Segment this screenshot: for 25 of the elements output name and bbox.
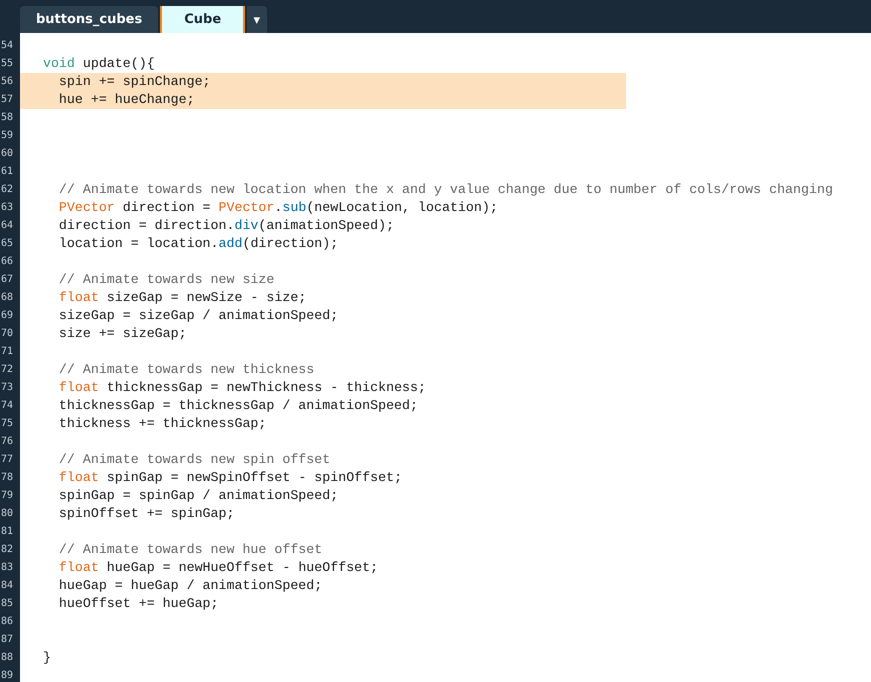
code-line: hueOffset += hueGap; bbox=[58, 595, 219, 613]
code-line: spinGap = spinGap / animationSpeed; bbox=[58, 487, 338, 505]
code-line: float spinGap = newSpinOffset - spinOffset; bbox=[58, 469, 402, 487]
code-line: hueGap = hueGap / animationSpeed; bbox=[58, 577, 322, 595]
code-line: // Animate towards new thickness bbox=[58, 361, 314, 379]
code-line: direction = direction.div(animationSpeed); bbox=[58, 217, 394, 235]
file-tab[interactable]: buttons_cubes bbox=[20, 6, 158, 33]
code-line: void update(){ bbox=[42, 55, 155, 73]
code-line: thickness += thicknessGap; bbox=[58, 415, 266, 433]
code-line: PVector direction = PVector.sub(newLocation, location); bbox=[58, 199, 498, 217]
code-line: spinOffset += spinGap; bbox=[58, 505, 234, 523]
code-line: sizeGap = sizeGap / animationSpeed; bbox=[58, 307, 338, 325]
code-line: location = location.add(direction); bbox=[58, 235, 338, 253]
code-line: // Animate towards new location when the x and y value change due to number of cols/rows changing bbox=[58, 181, 833, 199]
code-line: float sizeGap = newSize - size; bbox=[58, 289, 306, 307]
code-line: float hueGap = newHueOffset - hueOffset; bbox=[58, 559, 378, 577]
code-line: // Animate towards new spin offset bbox=[58, 451, 330, 469]
code-line: thicknessGap = thicknessGap / animationSpeed; bbox=[58, 397, 418, 415]
code-line: // Animate towards new hue offset bbox=[58, 541, 322, 559]
tab-menu-button[interactable]: ▾ bbox=[247, 6, 268, 33]
code-line: // Animate towards new size bbox=[58, 271, 274, 289]
code-line: float thicknessGap = newThickness - thickness; bbox=[58, 379, 426, 397]
code-line: } bbox=[42, 649, 51, 667]
code-line: size += sizeGap; bbox=[58, 325, 187, 343]
file-tab[interactable]: Cube bbox=[160, 6, 246, 33]
